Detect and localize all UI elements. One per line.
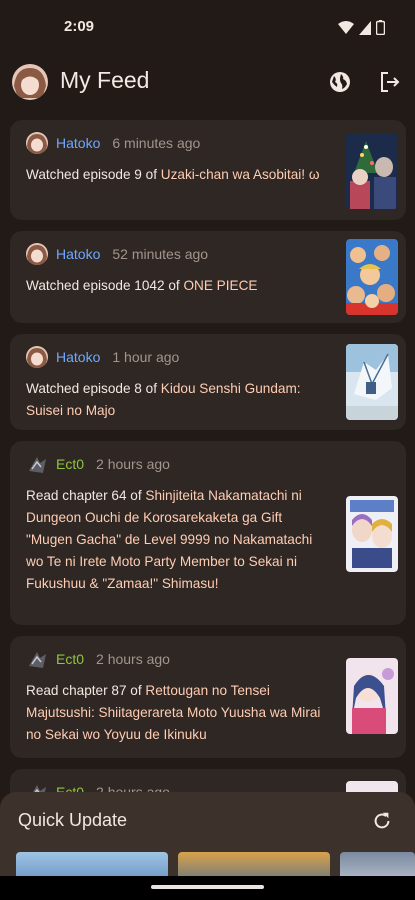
- profile-avatar[interactable]: [12, 64, 48, 100]
- activity-text: Watched episode 9 of Uzaki-chan wa Asobi…: [26, 164, 326, 186]
- media-title[interactable]: Shinjiteita Nakamatachi ni Dungeon Ouchi…: [26, 488, 312, 591]
- status-icons: [338, 20, 385, 35]
- media-cover[interactable]: [346, 344, 398, 420]
- feed-card[interactable]: Hatoko 52 minutes ago Watched episode 10…: [10, 231, 406, 323]
- activity-prefix: Read chapter 87 of: [26, 683, 146, 698]
- activity-prefix: Watched episode 1042 of: [26, 278, 184, 293]
- user-name[interactable]: Ect0: [56, 651, 84, 667]
- feed-card[interactable]: Ect0 2 hours ago Read chapter 87 of Rett…: [10, 636, 406, 758]
- user-row: Hatoko 52 minutes ago: [26, 242, 208, 266]
- logout-icon[interactable]: [378, 70, 402, 94]
- time-ago: 2 hours ago: [96, 456, 170, 472]
- refresh-icon[interactable]: [371, 810, 393, 832]
- time-ago: 6 minutes ago: [112, 135, 201, 151]
- activity-text: Read chapter 87 of Rettougan no Tensei M…: [26, 680, 326, 746]
- media-title[interactable]: ONE PIECE: [183, 278, 257, 293]
- user-avatar[interactable]: [26, 243, 48, 265]
- user-avatar[interactable]: [26, 346, 48, 368]
- user-avatar[interactable]: [26, 132, 48, 154]
- status-time: 2:09: [64, 18, 95, 35]
- feed-card[interactable]: Hatoko 1 hour ago Watched episode 8 of K…: [10, 334, 406, 430]
- globe-icon[interactable]: [328, 70, 352, 94]
- media-cover[interactable]: [346, 496, 398, 572]
- quick-update-sheet[interactable]: Quick Update: [0, 792, 415, 892]
- page-title: My Feed: [60, 67, 150, 93]
- activity-text: Watched episode 8 of Kidou Senshi Gundam…: [26, 378, 326, 422]
- user-avatar[interactable]: [26, 453, 48, 475]
- user-row: Hatoko 1 hour ago: [26, 345, 179, 369]
- signal-icon: [359, 20, 371, 35]
- user-row: Ect0 2 hours ago: [26, 452, 170, 476]
- time-ago: 1 hour ago: [112, 349, 180, 365]
- quick-update-title: Quick Update: [18, 810, 128, 830]
- user-name[interactable]: Hatoko: [56, 349, 100, 365]
- media-cover[interactable]: [346, 133, 398, 209]
- top-app-bar: My Feed: [0, 56, 415, 108]
- user-name[interactable]: Hatoko: [56, 246, 100, 262]
- media-cover[interactable]: [346, 239, 398, 315]
- user-name[interactable]: Hatoko: [56, 135, 100, 151]
- activity-prefix: Watched episode 8 of: [26, 381, 161, 396]
- user-avatar[interactable]: [26, 648, 48, 670]
- media-title[interactable]: Uzaki-chan wa Asobitai! ω: [161, 167, 320, 182]
- time-ago: 2 hours ago: [96, 651, 170, 667]
- media-cover[interactable]: [346, 658, 398, 734]
- home-gesture-handle[interactable]: [151, 885, 264, 889]
- activity-prefix: Watched episode 9 of: [26, 167, 161, 182]
- activity-text: Watched episode 1042 of ONE PIECE: [26, 275, 326, 297]
- user-row: Hatoko 6 minutes ago: [26, 131, 200, 155]
- status-bar: 2:09: [0, 0, 415, 56]
- time-ago: 52 minutes ago: [112, 246, 209, 262]
- battery-icon: [376, 20, 385, 35]
- user-name[interactable]: Ect0: [56, 456, 84, 472]
- user-row: Ect0 2 hours ago: [26, 647, 170, 671]
- feed-card[interactable]: Ect0 2 hours ago Read chapter 64 of Shin…: [10, 441, 406, 625]
- wifi-icon: [338, 20, 354, 34]
- activity-prefix: Read chapter 64 of: [26, 488, 146, 503]
- system-navigation-bar: [0, 876, 415, 900]
- feed-card[interactable]: Hatoko 6 minutes ago Watched episode 9 o…: [10, 120, 406, 220]
- activity-text: Read chapter 64 of Shinjiteita Nakamatac…: [26, 485, 326, 595]
